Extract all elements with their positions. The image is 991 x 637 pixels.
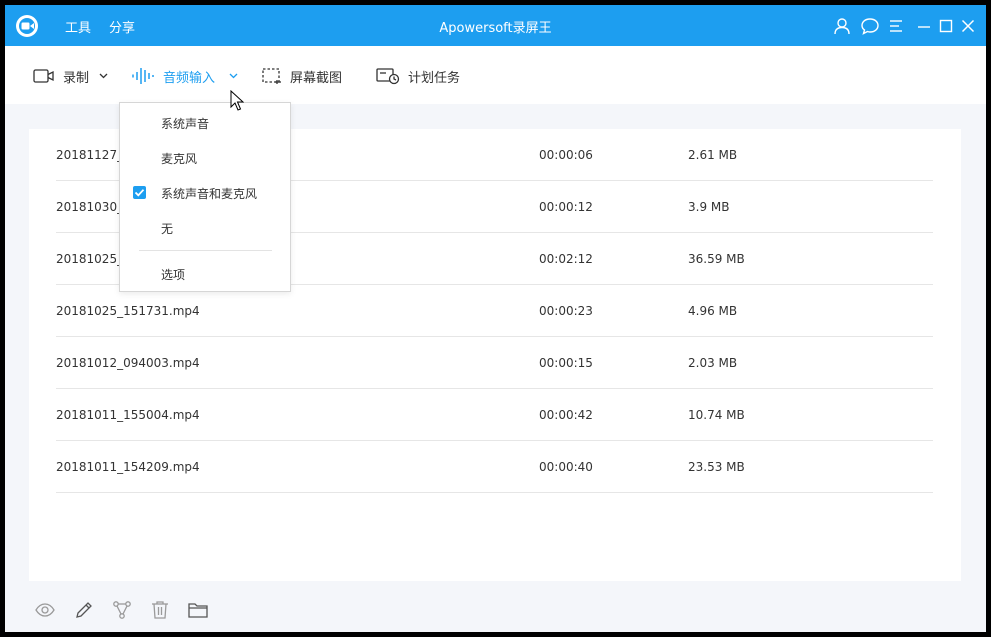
audio-option-system-and-mic[interactable]: 系统声音和麦克风	[120, 178, 290, 208]
menu-tools[interactable]: 工具	[65, 17, 91, 36]
option-label: 系统声音和麦克风	[161, 187, 258, 201]
title-bar: 工具 分享 Apowersoft录屏王	[5, 5, 986, 46]
option-label: 选项	[161, 268, 186, 282]
audio-option-none[interactable]: 无	[120, 213, 290, 243]
record-label: 录制	[63, 70, 90, 86]
close-icon[interactable]	[958, 16, 978, 36]
edit-icon[interactable]	[73, 599, 95, 621]
eye-icon[interactable]	[34, 599, 56, 621]
share-icon[interactable]	[111, 599, 133, 621]
schedule-task-button[interactable]: 计划任务	[376, 65, 460, 87]
chevron-down-icon[interactable]	[99, 73, 108, 79]
folder-icon[interactable]	[187, 599, 209, 621]
chevron-down-icon[interactable]	[229, 73, 238, 79]
file-duration: 00:02:12	[539, 252, 593, 266]
screenshot-button[interactable]: 屏幕截图	[262, 65, 342, 87]
schedule-icon	[376, 68, 400, 85]
file-duration: 00:00:12	[539, 200, 593, 214]
minimize-icon[interactable]	[914, 16, 934, 36]
app-window: 工具 分享 Apowersoft录屏王 录制 音频输入 屏幕截图 计划任务 20…	[5, 5, 986, 632]
file-duration: 00:00:40	[539, 460, 593, 474]
file-size: 36.59 MB	[688, 252, 745, 266]
option-label: 无	[161, 222, 174, 236]
camera-icon	[33, 69, 54, 83]
file-size: 3.9 MB	[688, 200, 730, 214]
schedule-task-label: 计划任务	[408, 70, 461, 86]
check-icon	[134, 189, 145, 197]
screenshot-label: 屏幕截图	[290, 70, 343, 86]
file-duration: 00:00:23	[539, 304, 593, 318]
trash-icon[interactable]	[149, 599, 171, 621]
app-logo-icon	[16, 15, 38, 37]
file-name: 20181012_094003.mp4	[56, 356, 200, 370]
user-icon[interactable]	[832, 16, 852, 36]
audio-input-label: 音频输入	[163, 70, 216, 86]
audio-option-system[interactable]: 系统声音	[120, 108, 290, 138]
audio-option-microphone[interactable]: 麦克风	[120, 143, 290, 173]
file-name: 20181011_155004.mp4	[56, 408, 200, 422]
audio-input-button[interactable]: 音频输入	[131, 65, 238, 87]
file-name: 20181011_154209.mp4	[56, 460, 200, 474]
file-name: 20181025_151731.mp4	[56, 304, 200, 318]
table-row[interactable]: 20181011_155004.mp4 00:00:42 10.74 MB	[56, 389, 933, 441]
menu-share[interactable]: 分享	[109, 17, 135, 36]
audio-options-item[interactable]: 选项	[120, 259, 290, 289]
feedback-icon[interactable]	[860, 16, 880, 36]
menu-icon[interactable]	[886, 16, 906, 36]
file-size: 2.61 MB	[688, 148, 738, 162]
table-row[interactable]: 20181025_151731.mp4 00:00:23 4.96 MB	[56, 285, 933, 337]
file-size: 4.96 MB	[688, 304, 738, 318]
toolbar: 录制 音频输入 屏幕截图 计划任务	[5, 46, 986, 104]
screenshot-icon	[262, 68, 281, 84]
file-duration: 00:00:06	[539, 148, 593, 162]
file-size: 2.03 MB	[688, 356, 738, 370]
file-duration: 00:00:15	[539, 356, 593, 370]
table-row[interactable]: 20181011_154209.mp4 00:00:40 23.53 MB	[56, 441, 933, 493]
menu-divider	[139, 250, 272, 251]
record-button[interactable]: 录制	[33, 65, 108, 87]
file-size: 10.74 MB	[688, 408, 745, 422]
table-row[interactable]: 20181012_094003.mp4 00:00:15 2.03 MB	[56, 337, 933, 389]
file-duration: 00:00:42	[539, 408, 593, 422]
audio-wave-icon	[132, 68, 154, 84]
option-label: 麦克风	[161, 152, 198, 166]
checkbox-checked[interactable]	[133, 186, 146, 199]
file-size: 23.53 MB	[688, 460, 745, 474]
option-label: 系统声音	[161, 117, 210, 131]
audio-input-dropdown: 系统声音 麦克风 系统声音和麦克风 无 选项	[119, 102, 291, 292]
maximize-icon[interactable]	[936, 16, 956, 36]
